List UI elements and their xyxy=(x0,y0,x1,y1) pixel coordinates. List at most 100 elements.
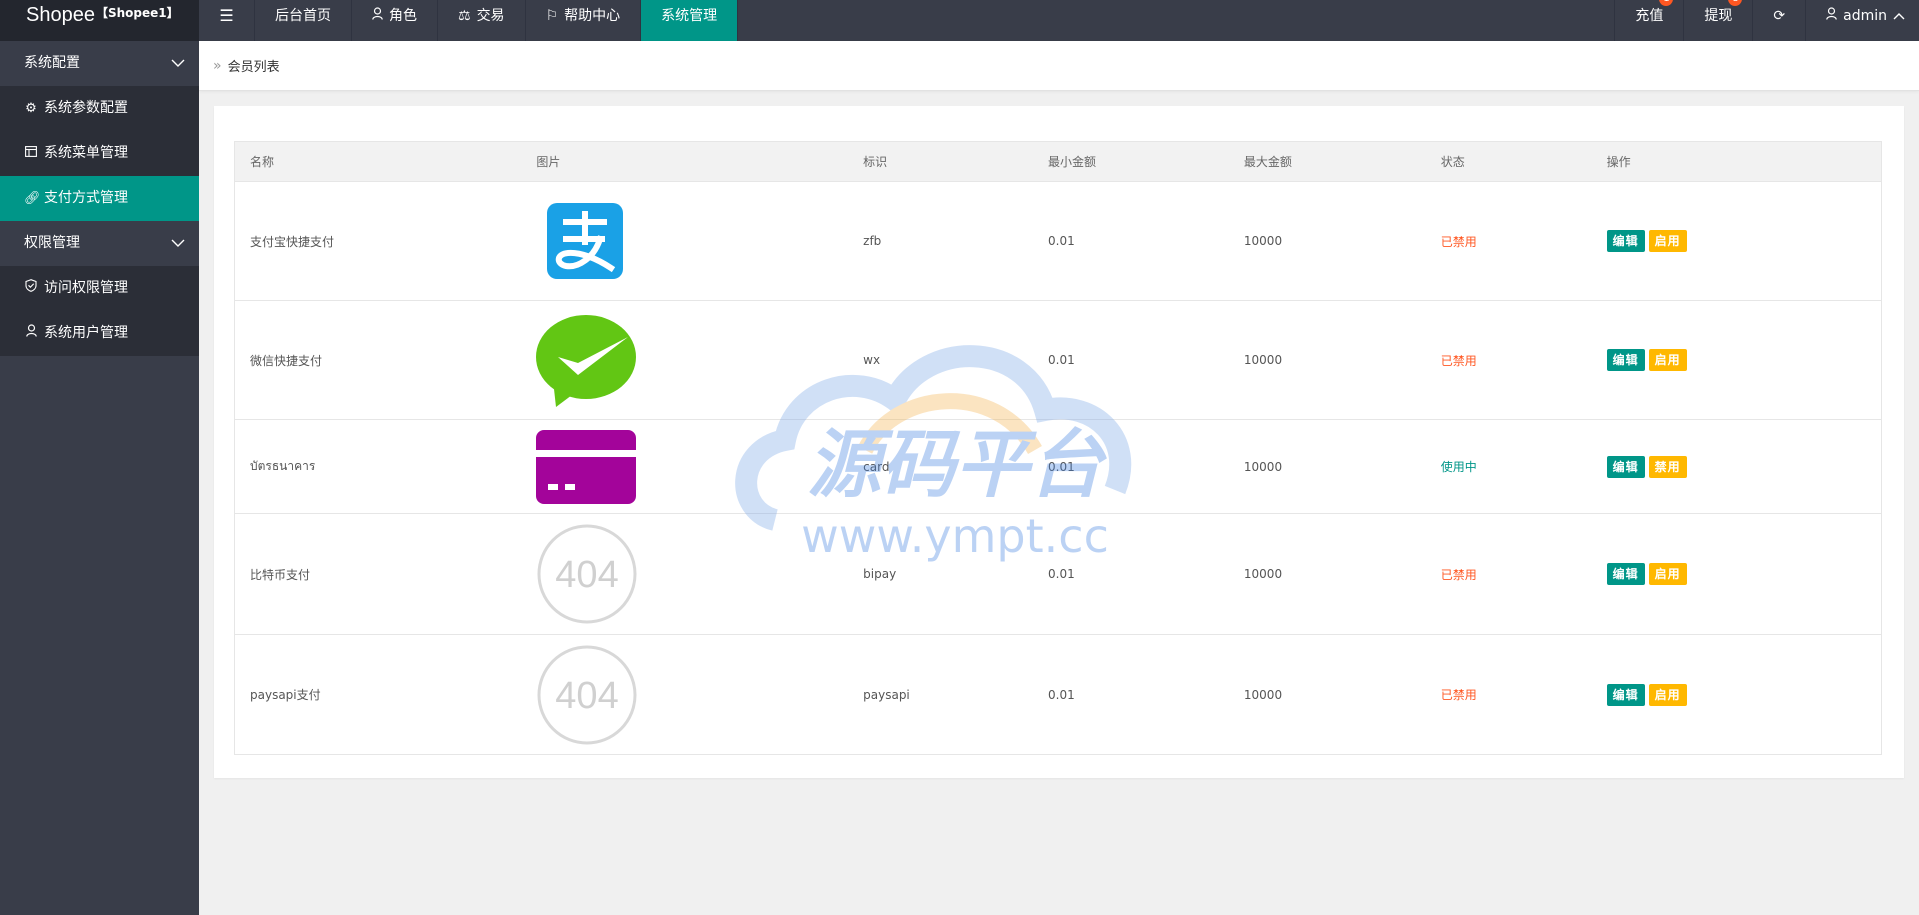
image-404-placeholder: 404 xyxy=(537,524,637,624)
payment-min: 0.01 xyxy=(1033,181,1229,301)
sidebar-item-menu-manage[interactable]: 系统菜单管理 xyxy=(0,131,199,176)
column-header[interactable]: 最小金额 xyxy=(1033,141,1229,182)
gear-icon: ⚙ xyxy=(25,101,37,116)
column-header[interactable]: 状态 xyxy=(1425,141,1592,182)
payment-code: wx xyxy=(848,300,1034,420)
top-right-nav: 充值 1 提现 8 ⟳ admin xyxy=(1614,0,1919,41)
top-nav: ☰ 后台首页 角色 ⚖ 交易 ⚐ 帮助中心 系统管理 xyxy=(199,0,739,41)
column-header[interactable]: 图片 xyxy=(521,141,849,182)
edit-button[interactable]: 编辑 xyxy=(1606,563,1645,585)
enable-button[interactable]: 启用 xyxy=(1648,563,1687,585)
table-row: 支付宝快捷支付 zfb 0.01 10000 已禁用 编辑 启用 xyxy=(234,181,1882,301)
menu-fold-icon: ☰ xyxy=(219,6,234,25)
sidebar-group-label: 权限管理 xyxy=(24,235,80,251)
status-badge: 已禁用 xyxy=(1425,181,1592,301)
withdraw-label: 提现 xyxy=(1704,8,1733,24)
sidebar-item-payment-methods[interactable]: 🔗︎ 支付方式管理 xyxy=(0,176,199,221)
sidebar-item-access-permissions[interactable]: 访问权限管理 xyxy=(0,266,199,311)
table-header-row: 名称 图片 标识 最小金额 最大金额 状态 操作 xyxy=(234,141,1882,182)
nav-help[interactable]: ⚐ 帮助中心 xyxy=(526,0,642,41)
scale-icon: ⚖ xyxy=(458,8,471,24)
disable-button[interactable]: 禁用 xyxy=(1648,455,1687,478)
nav-trade-label: 交易 xyxy=(476,8,505,24)
sidebar-item-label: 支付方式管理 xyxy=(44,190,128,206)
payment-max: 10000 xyxy=(1228,181,1426,301)
nav-role[interactable]: 角色 xyxy=(352,0,438,41)
breadcrumb-current: 会员列表 xyxy=(227,60,280,75)
nav-system[interactable]: 系统管理 xyxy=(641,0,739,41)
chevron-down-icon xyxy=(171,221,185,266)
payment-min: 0.01 xyxy=(1033,300,1229,420)
payment-image-cell xyxy=(521,300,849,420)
alipay-logo xyxy=(547,203,624,279)
recharge-button[interactable]: 充值 1 xyxy=(1614,0,1683,41)
wechat-logo xyxy=(536,315,637,407)
payment-code: zfb xyxy=(848,181,1034,301)
nav-system-label: 系统管理 xyxy=(661,8,718,24)
sidebar-item-label: 访问权限管理 xyxy=(44,280,128,296)
breadcrumb: » 会员列表 xyxy=(199,41,1919,91)
payment-image-cell xyxy=(521,181,849,301)
edit-button[interactable]: 编辑 xyxy=(1606,349,1645,371)
sidebar-item-system-params[interactable]: ⚙ 系统参数配置 xyxy=(0,86,199,131)
brand-logo[interactable]: Shopee 【Shopee1】 xyxy=(0,0,199,41)
payment-method-table: 名称 图片 标识 最小金额 最大金额 状态 操作 支付宝快捷支付 zfb 0.0… xyxy=(234,141,1882,755)
action-cell: 编辑 启用 xyxy=(1591,181,1882,301)
enable-button[interactable]: 启用 xyxy=(1648,683,1687,706)
user-icon xyxy=(24,311,38,356)
content-card: 名称 图片 标识 最小金额 最大金额 状态 操作 支付宝快捷支付 zfb 0.0… xyxy=(214,106,1904,778)
payment-name: 比特币支付 xyxy=(234,513,522,635)
status-badge: 已禁用 xyxy=(1425,634,1592,755)
refresh-button[interactable]: ⟳ xyxy=(1752,0,1805,41)
edit-button[interactable]: 编辑 xyxy=(1606,683,1645,706)
payment-max: 10000 xyxy=(1228,300,1426,420)
bank-card-logo xyxy=(536,429,637,504)
enable-button[interactable]: 启用 xyxy=(1648,230,1687,252)
action-cell: 编辑 启用 xyxy=(1591,634,1882,755)
enable-button[interactable]: 启用 xyxy=(1648,349,1687,371)
table-row: 微信快捷支付 wx 0.01 10000 已禁用 编辑 启用 xyxy=(234,300,1882,420)
nav-trade[interactable]: ⚖ 交易 xyxy=(438,0,526,41)
sidebar-item-label: 系统菜单管理 xyxy=(44,145,128,161)
placeholder-text: 404 xyxy=(556,675,619,717)
sidebar-group-permissions[interactable]: 权限管理 xyxy=(0,221,199,266)
column-header[interactable]: 标识 xyxy=(848,141,1034,182)
status-badge: 已禁用 xyxy=(1425,300,1592,420)
column-header[interactable]: 最大金额 xyxy=(1228,141,1426,182)
payment-name: บัตรธนาคาร xyxy=(234,419,522,514)
payment-min: 0.01 xyxy=(1033,634,1229,755)
status-badge: 已禁用 xyxy=(1425,513,1592,635)
withdraw-button[interactable]: 提现 8 xyxy=(1683,0,1752,41)
brand-name: Shopee xyxy=(26,4,95,26)
nav-home[interactable]: 后台首页 xyxy=(255,0,352,41)
window-icon xyxy=(24,131,38,176)
sidebar-group-system-config[interactable]: 系统配置 xyxy=(0,41,199,86)
user-icon xyxy=(372,0,383,32)
nav-home-label: 后台首页 xyxy=(275,8,331,24)
user-menu[interactable]: admin xyxy=(1805,0,1919,41)
edit-button[interactable]: 编辑 xyxy=(1606,455,1645,478)
sidebar-toggle-button[interactable]: ☰ xyxy=(199,0,255,41)
top-header: Shopee 【Shopee1】 ☰ 后台首页 角色 ⚖ 交易 ⚐ 帮助中心 系… xyxy=(0,0,1919,41)
user-icon xyxy=(1826,0,1837,41)
placeholder-text: 404 xyxy=(556,554,619,596)
brand-tag: 【Shopee1】 xyxy=(96,6,179,20)
chevron-down-icon xyxy=(171,41,185,86)
payment-name: 支付宝快捷支付 xyxy=(234,181,522,301)
link-icon: 🔗︎ xyxy=(24,191,41,206)
payment-name: 微信快捷支付 xyxy=(234,300,522,420)
edit-button[interactable]: 编辑 xyxy=(1606,230,1645,252)
shield-check-icon xyxy=(24,266,38,311)
column-header[interactable]: 操作 xyxy=(1591,141,1882,182)
column-header[interactable]: 名称 xyxy=(234,141,522,182)
action-cell: 编辑 启用 xyxy=(1591,513,1882,635)
table-row: บัตรธนาคาร card 0.01 10000 使用中 编辑 禁用 xyxy=(234,419,1882,514)
double-chevron-right-icon: » xyxy=(213,57,222,74)
payment-image-cell: 404 xyxy=(521,634,849,755)
action-cell: 编辑 禁用 xyxy=(1591,419,1882,514)
sidebar-item-label: 系统参数配置 xyxy=(44,100,128,116)
payment-image-cell xyxy=(521,419,849,514)
recharge-label: 充值 xyxy=(1635,8,1664,24)
sidebar-item-system-users[interactable]: 系统用户管理 xyxy=(0,311,199,356)
payment-max: 10000 xyxy=(1228,419,1426,514)
